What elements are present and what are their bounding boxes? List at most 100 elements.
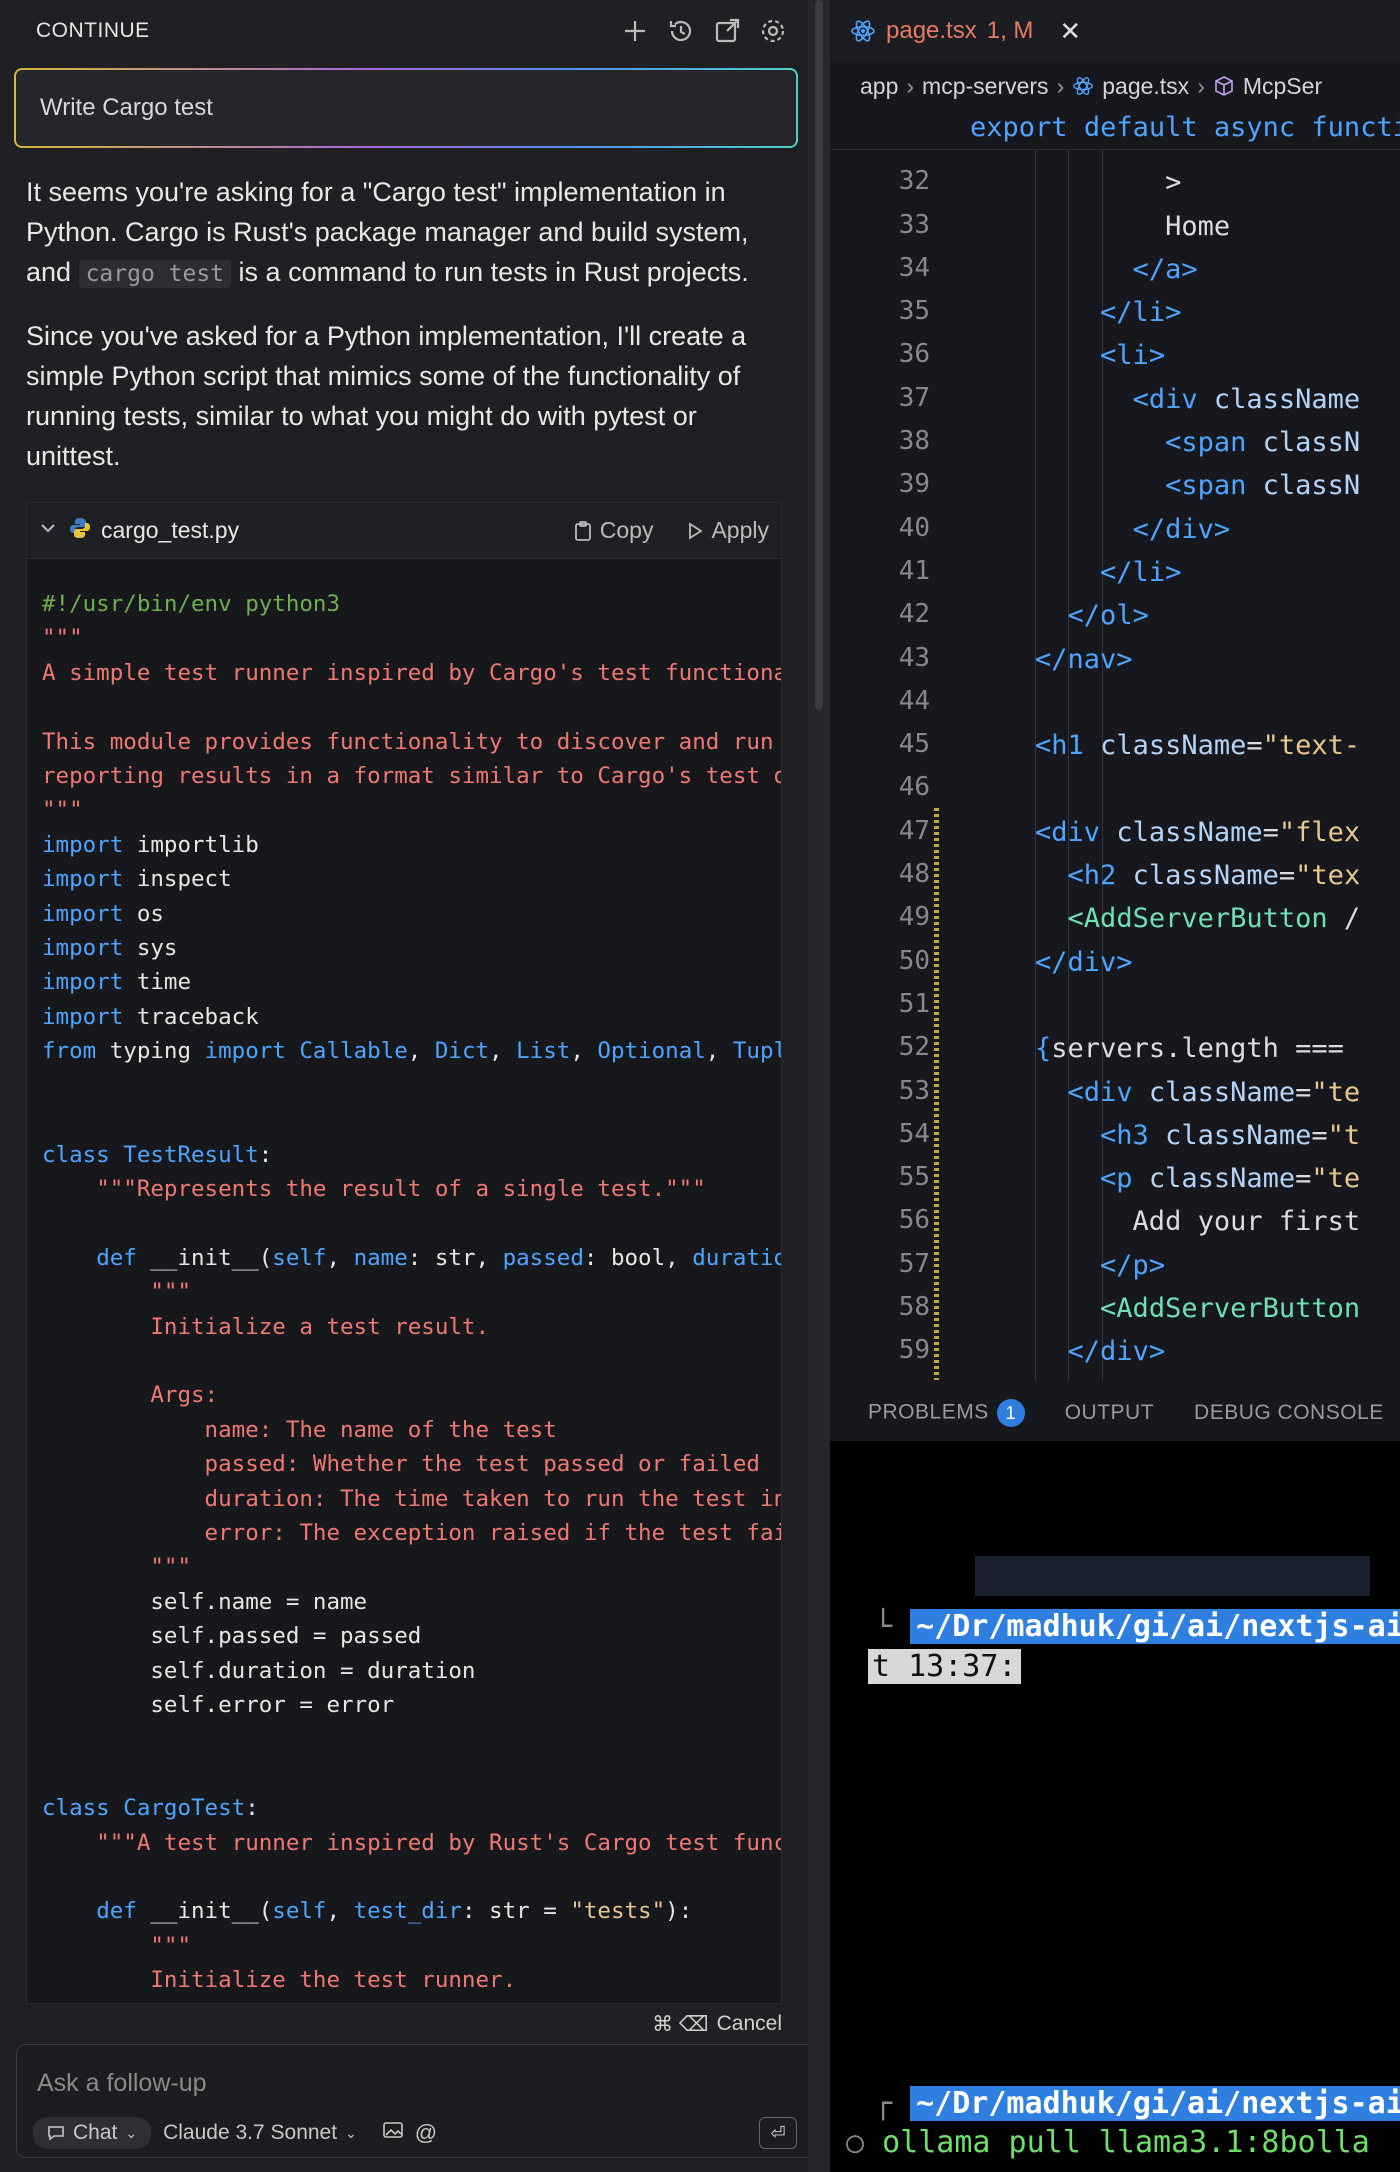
prompt-box[interactable]: Write Cargo test xyxy=(14,68,798,148)
line-number: 42 xyxy=(898,599,930,630)
code-block: cargo_test.py Copy Apply #!/usr/bin/env … xyxy=(26,502,782,2004)
breadcrumb: app › mcp-servers › page.tsx › McpSer xyxy=(830,66,1400,106)
code-filename: cargo_test.py xyxy=(101,517,240,543)
followup-input-box[interactable]: Ask a follow-up Chat ⌄ Claude 3.7 Sonnet… xyxy=(16,2044,816,2158)
line-number: 46 xyxy=(898,772,930,803)
line-number: 39 xyxy=(898,469,930,500)
tab-problems[interactable]: PROBLEMS 1 xyxy=(868,1399,1025,1427)
line-number: 47 xyxy=(898,815,930,846)
copy-button[interactable]: Copy xyxy=(574,517,654,544)
terminal-line: ○ ollama pull llama3.1:8bolla xyxy=(846,2125,1370,2160)
tab-debug-console[interactable]: DEBUG CONSOLE xyxy=(1194,1401,1384,1425)
tab-output[interactable]: OUTPUT xyxy=(1065,1401,1154,1425)
terminal[interactable]: └ ~/Dr/madhuk/gi/ai/nextjs-ai t 13:37: ┌… xyxy=(830,1441,1400,2172)
line-number: 43 xyxy=(898,642,930,673)
terminal-selection xyxy=(975,1556,1370,1596)
cancel-shortcut: ⌘ ⌫ xyxy=(652,2012,709,2036)
panel-scrollbar[interactable] xyxy=(808,0,830,2172)
breadcrumb-item[interactable]: mcp-servers xyxy=(922,73,1049,100)
line-number: 55 xyxy=(898,1162,930,1193)
mode-selector[interactable]: Chat ⌄ xyxy=(33,2117,152,2149)
terminal-line: t 13:37: xyxy=(868,1649,1021,1684)
send-button[interactable]: ⏎ xyxy=(759,2117,797,2149)
chat-icon xyxy=(48,2126,64,2141)
line-number: 56 xyxy=(898,1205,930,1236)
chevron-down-icon: ⌄ xyxy=(125,2124,138,2141)
apply-button[interactable]: Apply xyxy=(687,517,769,544)
react-icon xyxy=(1073,77,1094,95)
panel-header: CONTINUE xyxy=(0,0,808,62)
chevron-down-icon: ⌄ xyxy=(345,2124,357,2141)
line-number: 41 xyxy=(898,555,930,586)
play-icon xyxy=(689,521,704,540)
problems-badge: 1 xyxy=(996,1399,1025,1427)
python-icon xyxy=(69,517,91,545)
line-number: 48 xyxy=(898,859,930,890)
line-number: 34 xyxy=(898,252,930,283)
line-number: 49 xyxy=(898,902,930,933)
line-number: 35 xyxy=(898,296,930,327)
image-icon[interactable] xyxy=(382,2121,403,2145)
scrollbar-thumb[interactable] xyxy=(815,0,823,710)
line-number: 32 xyxy=(898,166,930,197)
line-number: 54 xyxy=(898,1118,930,1149)
plus-icon[interactable] xyxy=(620,16,650,46)
gear-icon[interactable] xyxy=(758,16,788,46)
close-icon[interactable]: ✕ xyxy=(1059,16,1081,47)
line-number: 51 xyxy=(898,988,930,1019)
line-number: 59 xyxy=(898,1335,930,1366)
followup-input[interactable]: Ask a follow-up xyxy=(37,2069,207,2098)
breadcrumb-item[interactable]: app xyxy=(860,73,898,100)
line-number: 50 xyxy=(898,945,930,976)
chevron-right-icon: › xyxy=(1056,72,1065,99)
mention-icon[interactable]: @ xyxy=(415,2120,437,2146)
line-numbers: 32 33 34 35 36 37 38 39 40 41 42 43 44 45 46 47 48 49 50 51… xyxy=(830,149,930,1372)
terminal-line: ┌ ~/Dr/madhuk/gi/ai/nextjs-ai xyxy=(874,2086,1400,2121)
cube-icon xyxy=(1215,76,1233,96)
response-paragraph-1: It seems you're asking for a "Cargo test… xyxy=(26,172,786,294)
cancel-label: Cancel xyxy=(716,2012,782,2035)
breadcrumb-item[interactable]: McpSer xyxy=(1243,73,1322,100)
panel-title: CONTINUE xyxy=(36,19,150,42)
tab-label: page.tsx xyxy=(886,17,977,44)
line-number: 58 xyxy=(898,1292,930,1323)
chevron-right-icon: › xyxy=(1197,72,1205,99)
response-paragraph-2: Since you've asked for a Python implemen… xyxy=(26,321,747,471)
breadcrumb-item[interactable]: page.tsx xyxy=(1102,73,1189,100)
line-number: 57 xyxy=(898,1248,930,1279)
chevron-right-icon: › xyxy=(906,72,915,99)
cancel-button[interactable]: ⌘ ⌫ Cancel xyxy=(0,2004,808,2044)
input-toolbar: Chat ⌄ Claude 3.7 Sonnet ⌄ @ xyxy=(33,2117,437,2149)
code-content: #!/usr/bin/env python3 """ A simple test… xyxy=(42,591,782,1994)
line-number: 45 xyxy=(898,729,930,760)
open-external-icon[interactable] xyxy=(712,16,742,46)
history-icon[interactable] xyxy=(666,16,696,46)
apply-label: Apply xyxy=(711,517,769,543)
copy-label: Copy xyxy=(599,517,654,543)
react-icon xyxy=(851,20,875,42)
tab-label: PROBLEMS xyxy=(868,1400,989,1424)
terminal-command: ollama pull llama3.1:8bolla xyxy=(882,2125,1370,2160)
continue-panel: CONTINUE Write Cargo test It seems you'r… xyxy=(0,0,816,2172)
chevron-down-icon[interactable] xyxy=(39,519,57,542)
line-number: 36 xyxy=(898,339,930,370)
mode-label: Chat xyxy=(73,2121,118,2144)
terminal-path: ~/Dr/madhuk/gi/ai/nextjs-ai xyxy=(910,2086,1400,2121)
clipboard-icon xyxy=(574,520,591,541)
terminal-path: ~/Dr/madhuk/gi/ai/nextjs-ai xyxy=(910,1609,1400,1644)
model-selector[interactable]: Claude 3.7 Sonnet ⌄ xyxy=(163,2121,357,2145)
editor-code: export default async function > Home </a… xyxy=(830,106,1400,1374)
model-label: Claude 3.7 Sonnet xyxy=(163,2121,338,2144)
line-number: 52 xyxy=(898,1032,930,1063)
tab-page-tsx[interactable]: page.tsx 1, M ✕ xyxy=(850,16,1081,47)
line-number: 53 xyxy=(898,1075,930,1106)
line-number: 37 xyxy=(898,382,930,413)
bottom-panel-tabs: PROBLEMS 1 OUTPUT DEBUG CONSOLE xyxy=(830,1385,1400,1441)
line-number: 38 xyxy=(898,426,930,457)
enter-icon: ⏎ xyxy=(770,2122,786,2143)
inline-code: cargo test xyxy=(78,260,232,288)
code-block-header: cargo_test.py Copy Apply xyxy=(27,503,781,559)
code-editor[interactable]: 15 3233343536373839404142434445464748495… xyxy=(830,106,1400,1380)
tab-status: 1, M xyxy=(986,17,1034,44)
line-number-gutter: 15 3233343536373839404142434445464748495… xyxy=(830,106,930,1373)
